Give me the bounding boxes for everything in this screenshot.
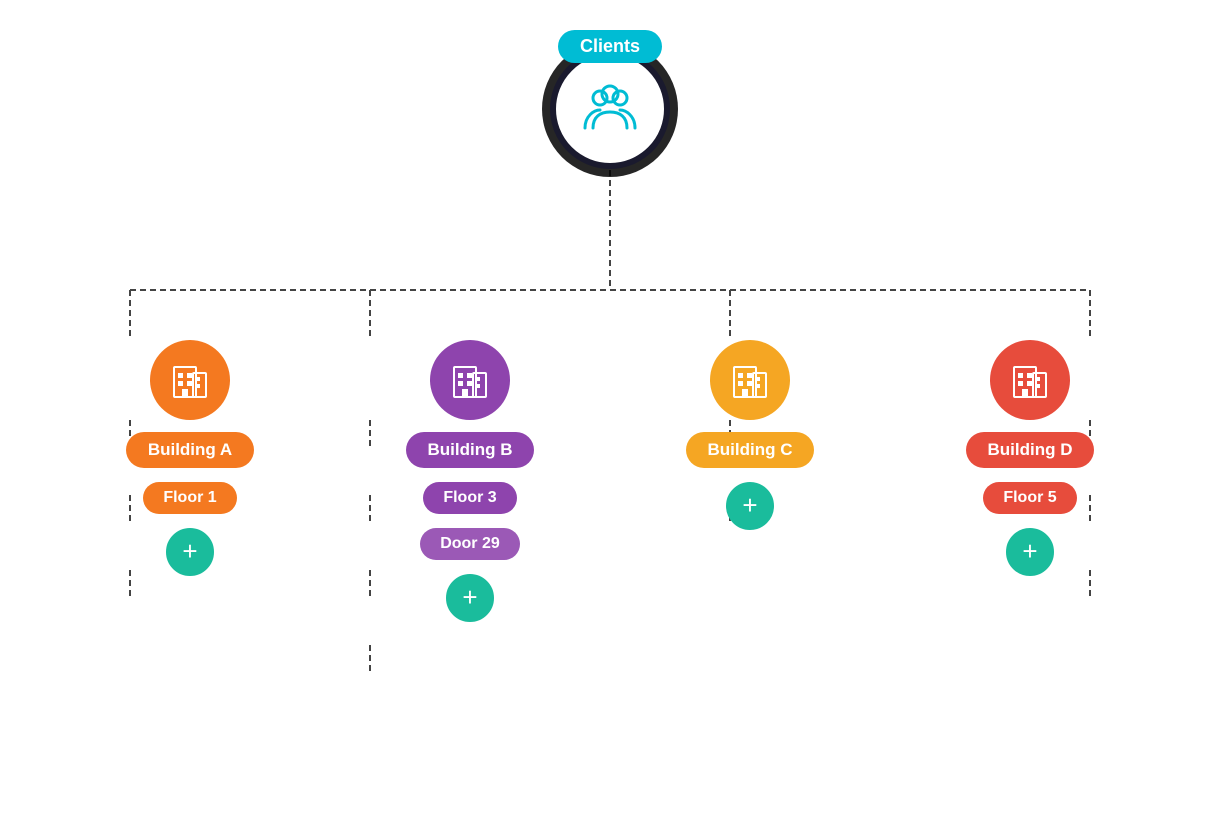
building-b-label[interactable]: Building B (406, 432, 535, 468)
building-c-col: Building C + (650, 340, 850, 530)
building-c-add-button[interactable]: + (726, 482, 774, 530)
clients-icon (580, 79, 640, 139)
building-b-icon[interactable] (430, 340, 510, 420)
building-a-col: Building A Floor 1 + (90, 340, 290, 576)
building-c-icon[interactable] (710, 340, 790, 420)
add-icon: + (182, 538, 197, 564)
root-circle (550, 49, 670, 169)
add-icon: + (742, 492, 757, 518)
floor-5-label[interactable]: Floor 5 (983, 482, 1076, 514)
building-d-icon[interactable] (990, 340, 1070, 420)
buildings-area: Building A Floor 1 + (0, 340, 1220, 622)
building-a-label[interactable]: Building A (126, 432, 254, 468)
building-a-add-button[interactable]: + (166, 528, 214, 576)
diagram-container: Clients (0, 0, 1220, 830)
root-node: Clients (550, 30, 670, 169)
building-a-icon[interactable] (150, 340, 230, 420)
building-icon (449, 359, 491, 401)
building-icon (1009, 359, 1051, 401)
building-d-add-button[interactable]: + (1006, 528, 1054, 576)
building-icon (169, 359, 211, 401)
add-icon: + (462, 584, 477, 610)
floor-1-label[interactable]: Floor 1 (143, 482, 236, 514)
building-d-col: Building D Floor 5 + (930, 340, 1130, 576)
building-c-label[interactable]: Building C (686, 432, 815, 468)
floor-3-label[interactable]: Floor 3 (423, 482, 516, 514)
building-d-label[interactable]: Building D (966, 432, 1095, 468)
building-b-col: Building B Floor 3 Door 29 + (370, 340, 570, 622)
root-label: Clients (558, 30, 662, 63)
door-29-label[interactable]: Door 29 (420, 528, 520, 560)
building-b-add-button[interactable]: + (446, 574, 494, 622)
add-icon: + (1022, 538, 1037, 564)
building-icon (729, 359, 771, 401)
